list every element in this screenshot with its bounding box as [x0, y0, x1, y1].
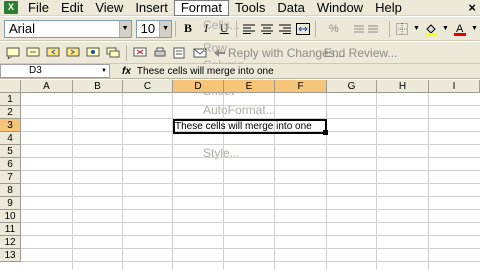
gridline: [21, 261, 480, 262]
ghost-menu-row: Row: [203, 41, 228, 55]
row-header-5[interactable]: 5: [0, 145, 21, 158]
fx-icon[interactable]: fx: [122, 66, 131, 77]
formula-bar: D3 ▼ fx These cells will merge into one: [0, 64, 480, 79]
menu-edit[interactable]: Edit: [55, 0, 89, 16]
row-header-13[interactable]: 13: [0, 249, 21, 262]
percent-style-icon[interactable]: %: [320, 20, 347, 38]
font-size-select[interactable]: 10 ▼: [135, 19, 173, 38]
column-header-b[interactable]: B: [73, 80, 123, 93]
merge-and-center-icon[interactable]: [295, 20, 311, 38]
font-name-select[interactable]: Arial ▼: [4, 19, 132, 38]
show-comment-icon[interactable]: [84, 44, 102, 62]
name-box-value: D3: [29, 65, 42, 76]
row-header-1[interactable]: 1: [0, 93, 21, 106]
menu-data[interactable]: Data: [271, 0, 310, 16]
track-changes-icon[interactable]: [171, 44, 189, 62]
row-header-7[interactable]: 7: [0, 171, 21, 184]
column-header-i[interactable]: I: [429, 80, 480, 93]
menu-insert[interactable]: Insert: [129, 0, 174, 16]
column-header-f[interactable]: F: [275, 80, 327, 93]
menu-help[interactable]: Help: [369, 0, 408, 16]
worksheet-grid[interactable]: A B C D E F G H I 1 2 3 4 5 6 7 8 9 10 1…: [0, 80, 480, 270]
menu-window[interactable]: Window: [311, 0, 369, 16]
bold-button[interactable]: B: [180, 20, 196, 38]
menu-bar: X File Edit View Insert Format Tools Dat…: [0, 0, 480, 16]
formula-input[interactable]: These cells will merge into one: [137, 66, 274, 77]
menu-view[interactable]: View: [89, 0, 129, 16]
previous-comment-icon[interactable]: [44, 44, 62, 62]
align-center-icon[interactable]: [259, 20, 275, 38]
select-all-corner[interactable]: [0, 80, 21, 93]
formatting-toolbar: Arial ▼ 10 ▼ B I U % ▼ ▼ A ▼: [0, 17, 480, 41]
column-header-e[interactable]: E: [224, 80, 275, 93]
fill-handle[interactable]: [323, 130, 328, 135]
row-header-11[interactable]: 11: [0, 223, 21, 236]
column-header-a[interactable]: A: [21, 80, 73, 93]
print-icon[interactable]: [151, 44, 169, 62]
column-header-h[interactable]: H: [377, 80, 429, 93]
gridline: [21, 144, 480, 145]
align-right-icon[interactable]: [277, 20, 293, 38]
edit-comment-icon[interactable]: [24, 44, 42, 62]
gridline: [21, 209, 480, 210]
chevron-down-icon[interactable]: ▼: [470, 20, 479, 38]
gridline: [428, 93, 429, 270]
row-header-9[interactable]: 9: [0, 197, 21, 210]
column-header-c[interactable]: C: [123, 80, 173, 93]
borders-icon[interactable]: [394, 20, 410, 38]
menu-file[interactable]: File: [22, 0, 55, 16]
row-header-6[interactable]: 6: [0, 158, 21, 171]
show-all-comments-icon[interactable]: [104, 44, 122, 62]
font-color-icon[interactable]: A: [452, 20, 468, 38]
chevron-down-icon[interactable]: ▼: [412, 20, 421, 38]
gridline: [21, 235, 480, 236]
row-header-2[interactable]: 2: [0, 106, 21, 119]
column-header-g[interactable]: G: [327, 80, 377, 93]
gridline: [21, 105, 480, 106]
decrease-indent-icon[interactable]: [349, 20, 385, 38]
row-header-12[interactable]: 12: [0, 236, 21, 249]
menu-format[interactable]: Format: [173, 0, 229, 16]
gridline: [21, 157, 480, 158]
name-box[interactable]: D3 ▼: [0, 64, 110, 78]
ghost-menu-cells: Cells...: [203, 18, 240, 32]
gridline: [21, 248, 480, 249]
gridline: [21, 170, 480, 171]
toolbar-separator: [388, 20, 390, 37]
chevron-down-icon[interactable]: ▼: [159, 20, 172, 37]
toolbar-separator: [175, 20, 176, 37]
chevron-down-icon[interactable]: ▼: [118, 20, 131, 37]
row-header-10[interactable]: 10: [0, 210, 21, 223]
column-header-d[interactable]: D: [173, 80, 224, 93]
chevron-down-icon[interactable]: ▼: [441, 20, 450, 38]
font-name-value: Arial: [9, 21, 36, 36]
row-header-3[interactable]: 3: [0, 119, 21, 132]
new-comment-icon[interactable]: [4, 44, 22, 62]
toolbar-separator: [315, 20, 317, 37]
row-header-4[interactable]: 4: [0, 132, 21, 145]
gridline: [21, 222, 480, 223]
font-size-value: 10: [140, 21, 156, 36]
selected-range-d3-f3[interactable]: [173, 119, 327, 134]
delete-comment-icon[interactable]: [131, 44, 149, 62]
fill-color-icon[interactable]: [423, 20, 439, 38]
next-comment-icon[interactable]: [64, 44, 82, 62]
align-left-icon[interactable]: [241, 20, 257, 38]
close-icon[interactable]: ×: [468, 0, 476, 15]
gridline: [376, 93, 377, 270]
menu-tools[interactable]: Tools: [229, 0, 271, 16]
gridline: [21, 196, 480, 197]
excel-app-icon[interactable]: X: [4, 1, 18, 14]
gridline: [122, 93, 123, 270]
ghost-end-review: End Review...: [324, 46, 398, 60]
gridline: [72, 93, 73, 270]
gridline: [21, 183, 480, 184]
row-header-8[interactable]: 8: [0, 184, 21, 197]
toolbar-separator: [126, 44, 127, 61]
chevron-down-icon[interactable]: ▼: [99, 65, 109, 77]
